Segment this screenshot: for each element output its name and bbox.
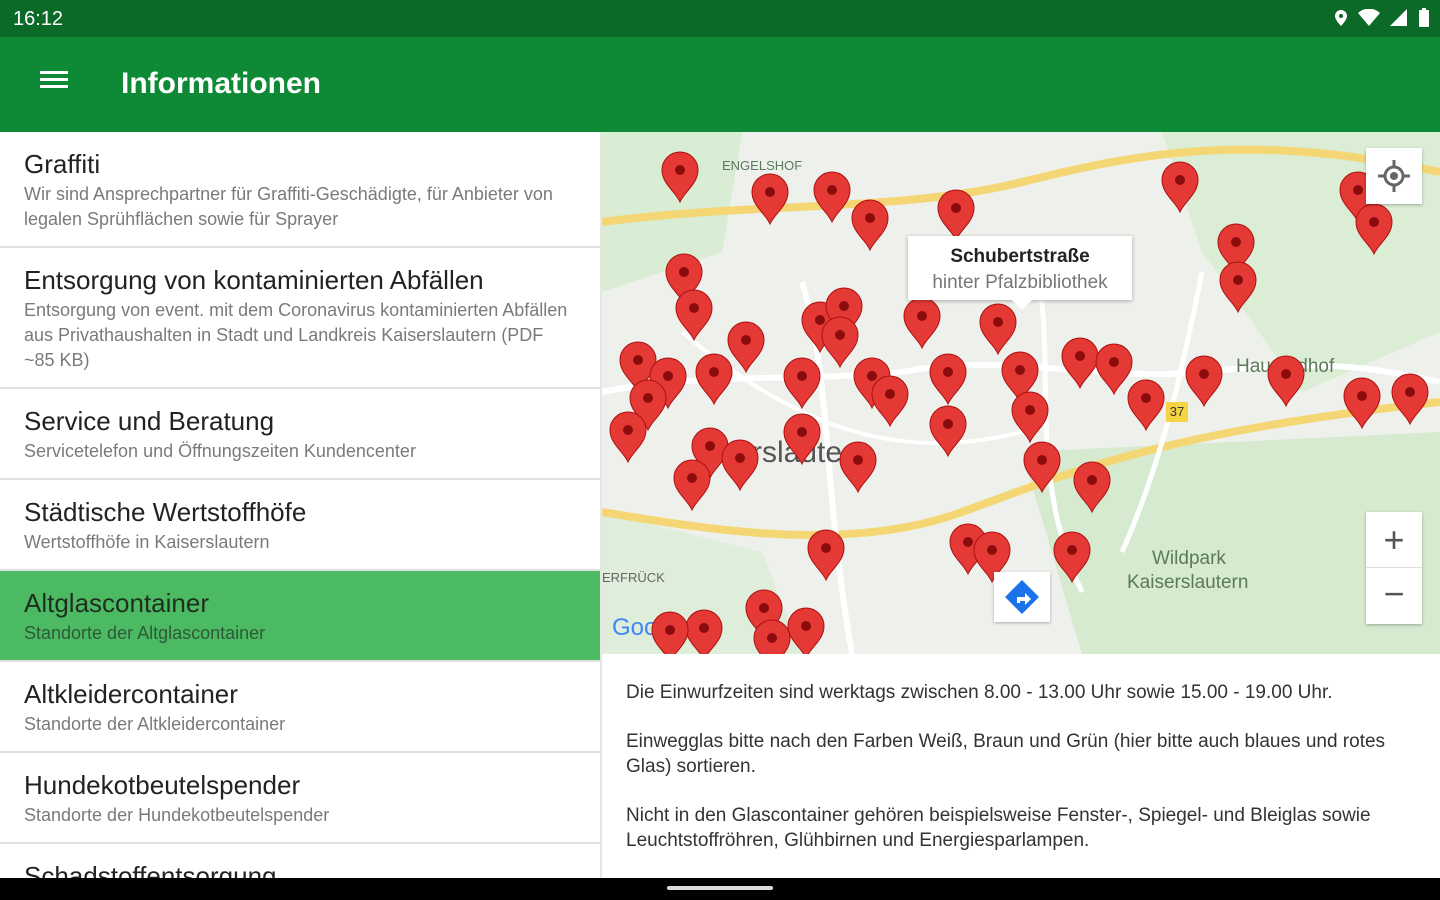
menu-icon[interactable] xyxy=(30,67,78,103)
info-window-title: Schubertstraße xyxy=(950,246,1090,267)
status-icons xyxy=(1334,8,1430,28)
info-text-panel: Die Einwurfzeiten sind werktags zwischen… xyxy=(602,654,1440,878)
my-location-button[interactable] xyxy=(1366,148,1422,204)
list-item-subtitle: Wir sind Ansprechpartner für Graffiti-Ge… xyxy=(24,184,553,229)
app-bar: Informationen xyxy=(0,37,1440,132)
container-marker[interactable] xyxy=(787,607,825,654)
status-time: 16:12 xyxy=(13,8,64,30)
container-marker[interactable] xyxy=(1023,441,1061,494)
container-marker[interactable] xyxy=(979,303,1017,356)
container-marker[interactable] xyxy=(937,189,975,242)
directions-button[interactable] xyxy=(994,572,1050,622)
container-marker[interactable] xyxy=(673,459,711,512)
container-marker[interactable] xyxy=(821,316,859,369)
container-marker[interactable] xyxy=(727,321,765,374)
container-marker[interactable] xyxy=(1053,531,1091,584)
container-marker[interactable] xyxy=(675,289,713,342)
info-list: Graffiti Wir sind Ansprechpartner für Gr… xyxy=(0,132,600,878)
container-marker[interactable] xyxy=(721,439,759,492)
container-marker[interactable] xyxy=(851,199,889,252)
list-item-altkleidercontainer[interactable]: Altkleidercontainer Standorte der Altkle… xyxy=(0,662,600,753)
list-item-title: Altkleidercontainer xyxy=(24,679,238,709)
container-marker[interactable] xyxy=(1343,377,1381,430)
home-gesture-handle[interactable] xyxy=(667,886,773,890)
signal-icon xyxy=(1390,9,1407,26)
map-view[interactable]: ENGELSHOF rslaute Wildpark Kaiserslauter… xyxy=(602,132,1440,654)
list-item-subtitle: Standorte der Altkleidercontainer xyxy=(24,714,286,734)
list-item-subtitle: Entsorgung von event. mit dem Coronaviru… xyxy=(24,300,568,370)
list-item-title: Städtische Wertstoffhöfe xyxy=(24,497,307,527)
container-marker[interactable] xyxy=(839,441,877,494)
container-marker[interactable] xyxy=(1073,461,1111,514)
list-item-kontaminierte-abfaelle[interactable]: Entsorgung von kontaminierten Abfällen E… xyxy=(0,248,600,389)
page-title: Informationen xyxy=(121,67,321,100)
location-icon xyxy=(1335,10,1347,26)
container-marker[interactable] xyxy=(813,171,851,224)
container-marker[interactable] xyxy=(695,353,733,406)
container-marker[interactable] xyxy=(1185,355,1223,408)
container-marker[interactable] xyxy=(1061,337,1099,390)
container-marker[interactable] xyxy=(1161,161,1199,214)
container-marker[interactable] xyxy=(685,609,723,654)
container-marker[interactable] xyxy=(1011,391,1049,444)
system-nav-bar xyxy=(0,878,1440,900)
list-item-title: Schadstoffentsorgung xyxy=(24,861,277,878)
zoom-controls: + − xyxy=(1366,512,1422,624)
zoom-out-button[interactable]: − xyxy=(1366,568,1422,624)
battery-icon xyxy=(1419,8,1429,27)
list-item-subtitle: Wertstoffhöfe in Kaiserslautern xyxy=(24,532,270,552)
container-marker[interactable] xyxy=(1267,355,1305,408)
container-marker[interactable] xyxy=(751,173,789,226)
container-marker[interactable] xyxy=(1219,261,1257,314)
directions-icon xyxy=(1005,580,1039,614)
status-bar: 16:12 xyxy=(0,0,1440,37)
list-item-schadstoffentsorgung[interactable]: Schadstoffentsorgung xyxy=(0,844,600,878)
container-marker[interactable] xyxy=(753,619,791,654)
container-marker[interactable] xyxy=(783,357,821,410)
list-item-title: Graffiti xyxy=(24,149,101,179)
info-paragraph-hours: Die Einwurfzeiten sind werktags zwischen… xyxy=(626,682,1333,703)
container-marker[interactable] xyxy=(903,297,941,350)
list-item-title: Hundekotbeutelspender xyxy=(24,770,301,800)
list-item-altglascontainer[interactable]: Altglascontainer Standorte der Altglasco… xyxy=(0,571,600,662)
list-item-title: Service und Beratung xyxy=(24,406,275,436)
container-marker[interactable] xyxy=(651,611,689,654)
list-item-subtitle: Servicetelefon und Öffnungszeiten Kunden… xyxy=(24,441,416,461)
info-paragraph-exclusions: Nicht in den Glascontainer gehören beisp… xyxy=(626,805,1371,851)
info-paragraph-sorting: Einwegglas bitte nach den Farben Weiß, B… xyxy=(626,731,1386,777)
container-marker[interactable] xyxy=(661,151,699,204)
list-item-graffiti[interactable]: Graffiti Wir sind Ansprechpartner für Gr… xyxy=(0,132,600,248)
list-item-wertstoffhoefe[interactable]: Städtische Wertstoffhöfe Wertstoffhöfe i… xyxy=(0,480,600,571)
container-marker[interactable] xyxy=(783,413,821,466)
container-marker[interactable] xyxy=(609,411,647,464)
info-window-subtitle: hinter Pfalzbibliothek xyxy=(932,272,1108,293)
list-item-hundekotbeutelspender[interactable]: Hundekotbeutelspender Standorte der Hund… xyxy=(0,753,600,844)
list-item-service[interactable]: Service und Beratung Servicetelefon und … xyxy=(0,389,600,480)
container-marker[interactable] xyxy=(929,405,967,458)
container-marker[interactable] xyxy=(871,375,909,428)
marker-info-window[interactable]: Schubertstraße hinter Pfalzbibliothek xyxy=(908,236,1132,310)
wifi-icon xyxy=(1358,9,1380,26)
container-marker[interactable] xyxy=(1127,379,1165,432)
list-item-subtitle: Standorte der Altglascontainer xyxy=(24,623,266,643)
container-marker[interactable] xyxy=(807,529,845,582)
list-item-title: Altglascontainer xyxy=(24,588,209,618)
list-item-title: Entsorgung von kontaminierten Abfällen xyxy=(24,265,484,295)
container-marker[interactable] xyxy=(929,353,967,406)
container-marker[interactable] xyxy=(1355,203,1393,256)
zoom-in-button[interactable]: + xyxy=(1366,512,1422,568)
my-location-icon xyxy=(1378,160,1410,192)
container-marker[interactable] xyxy=(1095,343,1133,396)
container-marker[interactable] xyxy=(1391,373,1429,426)
list-item-subtitle: Standorte der Hundekotbeutelspender xyxy=(24,805,330,825)
